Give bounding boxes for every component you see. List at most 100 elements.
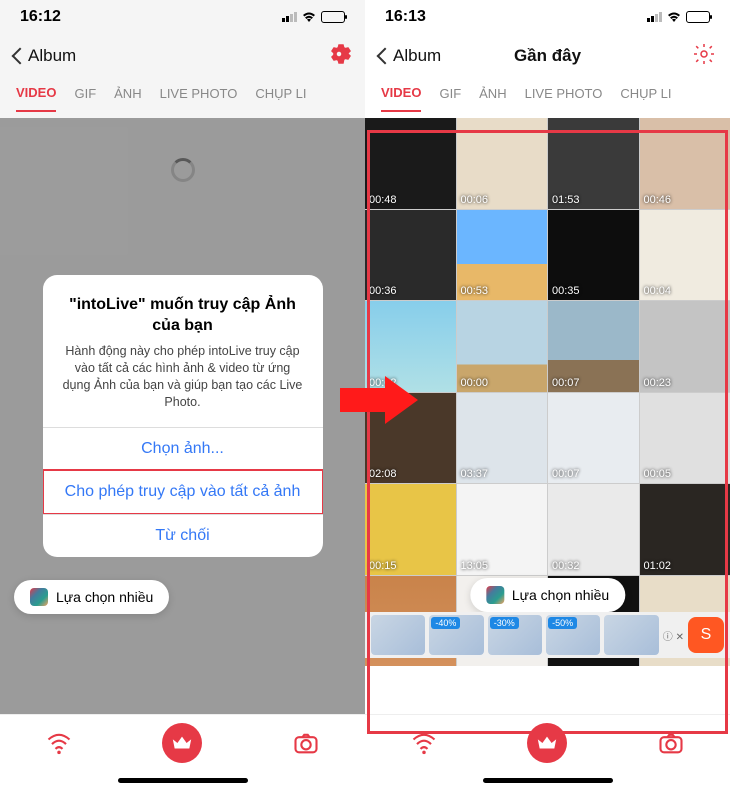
multiselect-button[interactable]: Lựa chọn nhiều xyxy=(470,578,625,612)
content-area: "intoLive" muốn truy cập Ảnh của bạn Hàn… xyxy=(0,118,365,714)
video-thumbnail[interactable]: 00:05 xyxy=(640,393,730,484)
duration-label: 00:35 xyxy=(552,285,580,297)
duration-label: 00:04 xyxy=(644,285,672,297)
tab-video[interactable]: VIDEO xyxy=(381,85,421,112)
home-indicator[interactable] xyxy=(365,770,730,790)
wifi-nav-icon[interactable] xyxy=(45,729,73,757)
ad-item[interactable]: -40% xyxy=(429,615,483,655)
wifi-nav-icon[interactable] xyxy=(410,729,438,757)
screen-permission: 16:12 Album VIDEO GIF ẢNH LIVE PHOTO CHỤ… xyxy=(0,0,365,790)
crown-button[interactable] xyxy=(527,723,567,763)
back-button[interactable]: Album xyxy=(379,46,441,66)
ad-item[interactable]: -30% xyxy=(488,615,542,655)
multiselect-icon xyxy=(30,588,48,606)
tab-photo[interactable]: ẢNH xyxy=(114,86,141,111)
page-title: Gần đây xyxy=(514,46,581,66)
video-thumbnail[interactable]: 00:46 xyxy=(640,118,730,209)
video-thumbnail[interactable]: 00:04 xyxy=(640,210,730,301)
status-bar: 16:13 xyxy=(365,0,730,34)
video-thumbnail[interactable]: 00:48 xyxy=(365,118,456,209)
camera-nav-icon[interactable] xyxy=(657,729,685,757)
back-label: Album xyxy=(393,46,441,66)
video-thumbnail[interactable]: 00:32 xyxy=(548,484,639,575)
multiselect-button[interactable]: Lựa chọn nhiều xyxy=(14,580,169,614)
signal-icon xyxy=(282,12,297,22)
multiselect-label: Lựa chọn nhiều xyxy=(56,589,153,605)
tab-livephoto[interactable]: LIVE PHOTO xyxy=(160,86,238,111)
settings-button[interactable] xyxy=(692,42,716,71)
multiselect-icon xyxy=(486,586,504,604)
duration-label: 00:15 xyxy=(369,560,397,572)
alert-deny-button[interactable]: Từ chối xyxy=(43,514,323,557)
ad-info-icon[interactable]: ⓘ ✕ xyxy=(663,628,684,643)
crown-button[interactable] xyxy=(162,723,202,763)
duration-label: 00:23 xyxy=(644,377,672,389)
ad-item[interactable] xyxy=(604,615,658,655)
back-button[interactable]: Album xyxy=(14,46,76,66)
duration-label: 00:07 xyxy=(552,377,580,389)
wifi-icon xyxy=(301,11,317,23)
clock: 16:13 xyxy=(385,8,426,26)
alert-select-button[interactable]: Chọn ảnh... xyxy=(43,427,323,470)
video-thumbnail[interactable]: 00:23 xyxy=(640,301,730,392)
permission-alert: "intoLive" muốn truy cập Ảnh của bạn Hàn… xyxy=(43,275,323,556)
video-thumbnail[interactable]: 00:36 xyxy=(365,210,456,301)
duration-label: 00:48 xyxy=(369,194,397,206)
gear-icon xyxy=(692,42,716,66)
alert-title: "intoLive" muốn truy cập Ảnh của bạn xyxy=(61,295,305,337)
tab-video[interactable]: VIDEO xyxy=(16,85,56,112)
duration-label: 00:46 xyxy=(644,194,672,206)
video-thumbnail[interactable]: 00:07 xyxy=(548,393,639,484)
duration-label: 00:05 xyxy=(644,468,672,480)
clock: 16:12 xyxy=(20,8,61,26)
video-thumbnail[interactable]: 00:07 xyxy=(548,301,639,392)
duration-label: 03:37 xyxy=(461,468,489,480)
bottom-bar xyxy=(0,714,365,770)
video-thumbnail[interactable]: 00:00 xyxy=(457,301,548,392)
tab-livephoto[interactable]: LIVE PHOTO xyxy=(525,86,603,111)
duration-label: 01:53 xyxy=(552,194,580,206)
tutorial-arrow xyxy=(340,370,420,430)
ad-item[interactable]: -50% xyxy=(546,615,600,655)
chevron-left-icon xyxy=(12,48,29,65)
multiselect-label: Lựa chọn nhiều xyxy=(512,587,609,603)
category-tabs: VIDEO GIF ẢNH LIVE PHOTO CHỤP LI xyxy=(365,78,730,118)
video-thumbnail[interactable]: 00:53 xyxy=(457,210,548,301)
alert-allow-button[interactable]: Cho phép truy cập vào tất cả ảnh xyxy=(43,469,323,515)
video-thumbnail[interactable]: 01:53 xyxy=(548,118,639,209)
video-thumbnail[interactable]: 03:37 xyxy=(457,393,548,484)
crown-icon xyxy=(536,732,558,754)
duration-label: 13:05 xyxy=(461,560,489,572)
video-thumbnail[interactable]: 00:35 xyxy=(548,210,639,301)
battery-icon xyxy=(686,11,710,23)
tab-photo[interactable]: ẢNH xyxy=(479,86,506,111)
nav-bar: Album xyxy=(0,34,365,78)
tab-gif[interactable]: GIF xyxy=(74,86,96,111)
permission-overlay: "intoLive" muốn truy cập Ảnh của bạn Hàn… xyxy=(0,118,365,714)
tab-capture[interactable]: CHỤP LI xyxy=(255,86,306,111)
settings-button[interactable] xyxy=(327,42,351,71)
chevron-left-icon xyxy=(377,48,394,65)
signal-icon xyxy=(647,12,662,22)
duration-label: 00:36 xyxy=(369,285,397,297)
shopee-icon[interactable]: S xyxy=(688,617,724,653)
tab-capture[interactable]: CHỤP LI xyxy=(620,86,671,111)
duration-label: 00:53 xyxy=(461,285,489,297)
home-indicator[interactable] xyxy=(0,770,365,790)
video-thumbnail[interactable]: 01:02 xyxy=(640,484,730,575)
status-bar: 16:12 xyxy=(0,0,365,34)
duration-label: 00:00 xyxy=(461,377,489,389)
video-thumbnail[interactable]: 00:15 xyxy=(365,484,456,575)
tab-gif[interactable]: GIF xyxy=(439,86,461,111)
ad-item[interactable] xyxy=(371,615,425,655)
back-label: Album xyxy=(28,46,76,66)
video-thumbnail[interactable]: 00:06 xyxy=(457,118,548,209)
duration-label: 00:07 xyxy=(552,468,580,480)
ad-banner[interactable]: -40% -30% -50% ⓘ ✕ S xyxy=(365,612,730,658)
status-icons xyxy=(647,11,710,23)
camera-nav-icon[interactable] xyxy=(292,729,320,757)
bottom-bar xyxy=(365,714,730,770)
video-thumbnail[interactable]: 13:05 xyxy=(457,484,548,575)
alert-message: Hành động này cho phép intoLive truy cập… xyxy=(61,343,305,411)
battery-icon xyxy=(321,11,345,23)
